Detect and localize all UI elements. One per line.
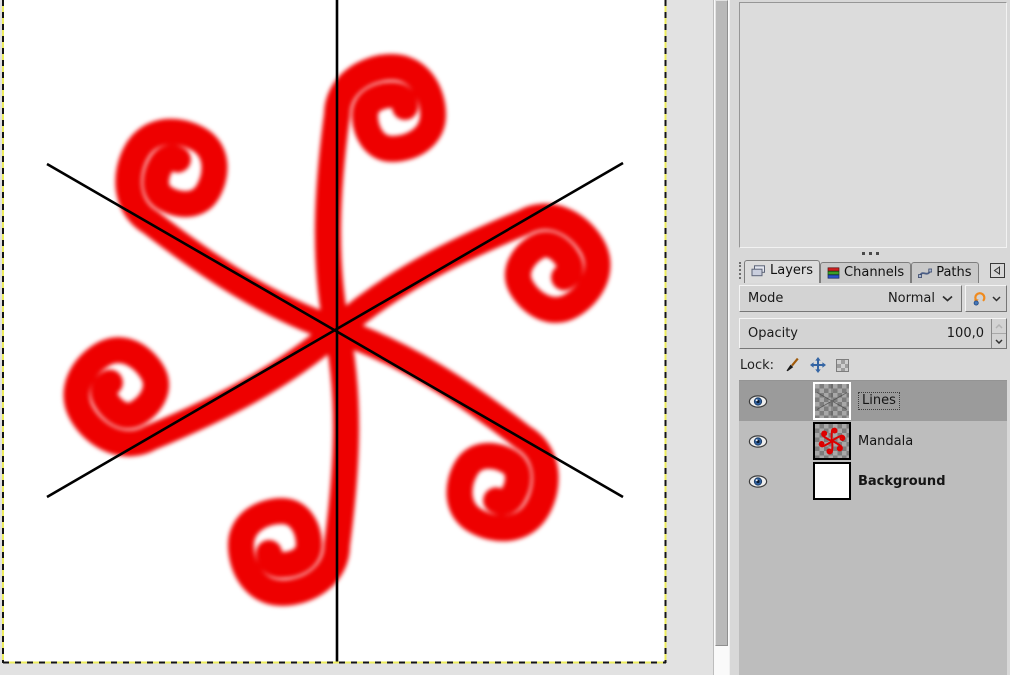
chevron-up-icon — [995, 323, 1003, 329]
opacity-value: 100,0 — [946, 326, 984, 341]
mode-row: Mode Normal — [739, 285, 1007, 312]
move-icon[interactable] — [810, 357, 827, 373]
layer-row-mandala[interactable]: Mandala — [739, 421, 1007, 461]
reset-mode-icon — [973, 292, 985, 306]
eye-icon — [748, 474, 768, 488]
layer-row-lines[interactable]: Lines — [739, 381, 1007, 421]
chevron-down-icon — [995, 338, 1003, 344]
opacity-spinner — [991, 319, 1006, 348]
layer-thumbnail-mandala[interactable] — [813, 422, 851, 460]
empty-dockable-area — [739, 2, 1007, 248]
tab-layers[interactable]: Layers — [744, 260, 821, 283]
layer-row-background[interactable]: Background — [739, 461, 1007, 501]
eye-icon — [748, 434, 768, 448]
visibility-toggle[interactable] — [739, 474, 777, 488]
channels-icon — [827, 266, 840, 279]
tab-label: Channels — [844, 265, 905, 280]
layers-icon — [751, 264, 765, 276]
left-triangle-icon — [993, 266, 1000, 275]
dock-resize-grip[interactable] — [730, 248, 1010, 258]
layer-list: Lines Mandala Background — [739, 380, 1007, 675]
layer-mode-dropdown[interactable]: Mode Normal — [739, 285, 962, 312]
alpha-checker-icon[interactable] — [836, 358, 850, 372]
layers-dock: Layers Channels Paths Mode Normal Opacit… — [729, 0, 1010, 675]
opacity-slider[interactable]: Opacity 100,0 — [739, 318, 1007, 349]
gimp-window: Layers Channels Paths Mode Normal Opacit… — [0, 0, 1010, 675]
brush-icon[interactable] — [784, 357, 800, 373]
chevron-down-icon — [991, 295, 1001, 302]
canvas-vertical-scrollbar[interactable] — [713, 0, 729, 675]
tab-menu-button[interactable] — [990, 263, 1005, 278]
layer-name[interactable]: Mandala — [858, 434, 913, 449]
tab-label: Layers — [770, 263, 814, 278]
tab-channels[interactable]: Channels — [820, 262, 912, 283]
scrollbar-thumb[interactable] — [715, 0, 728, 646]
opacity-label: Opacity — [748, 326, 799, 341]
tab-label: Paths — [936, 265, 972, 280]
eye-icon — [748, 394, 768, 408]
layer-name[interactable]: Lines — [858, 392, 900, 410]
layer-name[interactable]: Background — [858, 474, 946, 489]
grip-dot — [875, 251, 879, 255]
tab-paths[interactable]: Paths — [911, 262, 979, 283]
lock-row: Lock: — [740, 354, 1010, 376]
grip-dot — [868, 251, 872, 255]
mode-value: Normal — [887, 291, 935, 306]
lock-label: Lock: — [740, 357, 775, 373]
image-canvas[interactable] — [0, 0, 713, 675]
grip-dot — [861, 251, 865, 255]
chevron-down-icon — [942, 295, 953, 302]
dialog-tab-bar: Layers Channels Paths — [730, 258, 1010, 283]
layer-thumbnail-lines[interactable] — [813, 382, 851, 420]
mode-label: Mode — [748, 291, 784, 306]
spin-up-button[interactable] — [992, 319, 1006, 333]
spin-down-button[interactable] — [992, 333, 1006, 348]
paths-icon — [918, 268, 933, 278]
tab-drag-handle[interactable] — [739, 262, 741, 279]
layer-thumbnail-background[interactable] — [813, 462, 851, 500]
mode-options-button[interactable] — [965, 285, 1007, 312]
visibility-toggle[interactable] — [739, 434, 777, 448]
mandala-drawing[interactable] — [0, 0, 713, 675]
visibility-toggle[interactable] — [739, 394, 777, 408]
